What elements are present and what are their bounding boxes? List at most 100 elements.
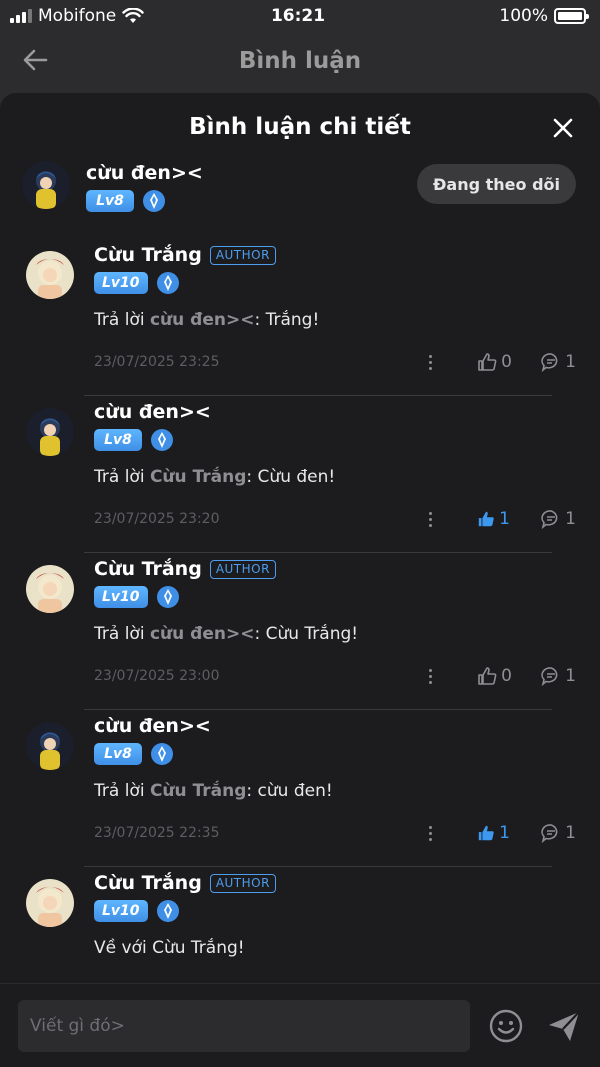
thumbs-up-icon [478,353,497,371]
username[interactable]: Cừu Trắng [94,871,202,895]
badges: Lv10 [94,899,576,923]
badges: Lv8 [94,742,576,766]
reply-prefix: Trả lời [94,310,150,330]
username-row: cừu đen>< [94,714,576,738]
mention-link[interactable]: Cừu Trắng [150,781,246,801]
username[interactable]: Cừu Trắng [94,243,202,267]
username-row: Cừu Trắng AUTHOR [94,557,576,581]
like-button[interactable]: 0 [477,666,541,686]
avatar[interactable] [26,879,74,927]
timestamp: 23/07/2025 23:00 [94,668,220,684]
reply-meta: 23/07/2025 23:20 1 1 [94,506,576,532]
like-count: 1 [499,509,510,529]
reply-count-button[interactable]: 1 [541,352,576,372]
comment-bubble-icon [541,667,558,686]
author-tag: AUTHOR [209,245,276,265]
more-options-icon[interactable] [425,509,435,529]
reply-count-button[interactable]: 1 [541,666,576,686]
level-badge: Lv10 [94,272,148,294]
reply-text: Trả lời Cừu Trắng: cừu đen! [94,780,576,802]
send-icon[interactable] [546,1008,582,1044]
reply-body: cừu đen>< Lv8 Trả lời Cừu Trắng: cừu đen… [84,710,576,867]
mention-link[interactable]: cừu đen>< [150,624,255,644]
reply-item: cừu đen>< Lv8 Trả lời Cừu Trắng: cừu đen… [0,710,600,867]
reply-body: Cừu Trắng AUTHOR Lv10 Trả lời cừu đen><:… [84,553,576,710]
username-row: cừu đen>< [94,400,576,424]
gem-badge-icon [143,190,165,212]
reply-count: 1 [565,509,576,529]
username[interactable]: cừu đen>< [86,161,203,185]
reply-prefix: Trả lời [94,624,150,644]
sheet-title: Bình luận chi tiết [189,114,411,140]
like-button[interactable]: 1 [477,823,541,843]
status-bar: Mobifone 16:21 100% [0,0,600,32]
status-time: 16:21 [270,6,326,26]
like-button[interactable]: 0 [477,352,541,372]
reply-item: Cừu Trắng AUTHOR Lv10 Trả lời cừu đen><:… [0,239,600,396]
username-row: Cừu Trắng AUTHOR [94,243,576,267]
level-badge: Lv10 [94,900,148,922]
back-arrow-icon[interactable] [20,44,52,76]
status-right: 100% [386,6,589,26]
main-comment: cừu đen>< Lv8 Đang theo dõi [0,161,600,239]
avatar[interactable] [26,251,74,299]
close-icon[interactable] [552,117,574,139]
reply-count: 1 [565,352,576,372]
like-count: 1 [499,823,510,843]
avatar[interactable] [26,408,74,456]
reply-meta: 23/07/2025 22:35 1 1 [94,820,576,846]
avatar[interactable] [22,161,70,209]
reply-item: cừu đen>< Lv8 Trả lời Cừu Trắng: Cừu đen… [0,396,600,553]
reply-item: Cừu Trắng AUTHOR Lv10 Trả lời cừu đen><:… [0,553,600,710]
reply-text: Trả lời Cừu Trắng: Cừu đen! [94,466,576,488]
username[interactable]: cừu đen>< [94,400,211,424]
like-count: 0 [501,352,512,372]
comment-bubble-icon [541,510,558,529]
comment-input-bar [0,983,600,1067]
comment-bubble-icon [541,353,558,372]
reply-count-button[interactable]: 1 [541,823,576,843]
emoji-icon[interactable] [488,1008,524,1044]
avatar[interactable] [26,565,74,613]
reply-prefix: Trả lời [94,781,150,801]
level-badge: Lv8 [94,429,142,451]
gem-badge-icon [151,429,173,451]
author-tag: AUTHOR [209,559,276,579]
avatar[interactable] [26,722,74,770]
battery-percent: 100% [499,6,548,26]
reply-content: : Cừu Trắng! [254,624,359,644]
username[interactable]: Cừu Trắng [94,557,202,581]
follow-button[interactable]: Đang theo dõi [417,164,576,204]
reply-meta: 23/07/2025 23:00 0 1 [94,663,576,689]
gem-badge-icon [156,900,179,922]
user-block: cừu đen>< Lv8 [86,161,203,213]
comment-detail-sheet: Bình luận chi tiết cừu đen>< Lv8 Đang th… [0,93,600,1067]
reply-text: Về với Cừu Trắng! [94,937,576,959]
reply-text: Trả lời cừu đen><: Trắng! [94,309,576,331]
carrier-name: Mobifone [38,6,117,26]
nav-title: Bình luận [238,48,362,74]
badges: Lv8 [86,189,203,213]
mention-link[interactable]: Cừu Trắng [150,467,246,487]
gem-badge-icon [156,586,179,608]
like-count: 0 [501,666,512,686]
like-button[interactable]: 1 [477,509,541,529]
level-badge: Lv8 [86,190,134,212]
badges: Lv8 [94,428,576,452]
more-options-icon[interactable] [425,823,435,843]
username[interactable]: cừu đen>< [94,714,211,738]
signal-icon [10,9,32,23]
mention-link[interactable]: cừu đen>< [150,310,255,330]
more-options-icon[interactable] [425,352,435,372]
reply-count-button[interactable]: 1 [541,509,576,529]
badges: Lv10 [94,585,576,609]
level-badge: Lv10 [94,586,148,608]
badges: Lv10 [94,271,576,295]
reply-text: Trả lời cừu đen><: Cừu Trắng! [94,623,576,645]
thumbs-up-icon [478,511,494,527]
reply-content: : Trắng! [254,310,320,330]
comment-bubble-icon [541,824,558,843]
username-row: Cừu Trắng AUTHOR [94,871,576,895]
more-options-icon[interactable] [425,666,435,686]
comment-input[interactable] [18,999,470,1052]
